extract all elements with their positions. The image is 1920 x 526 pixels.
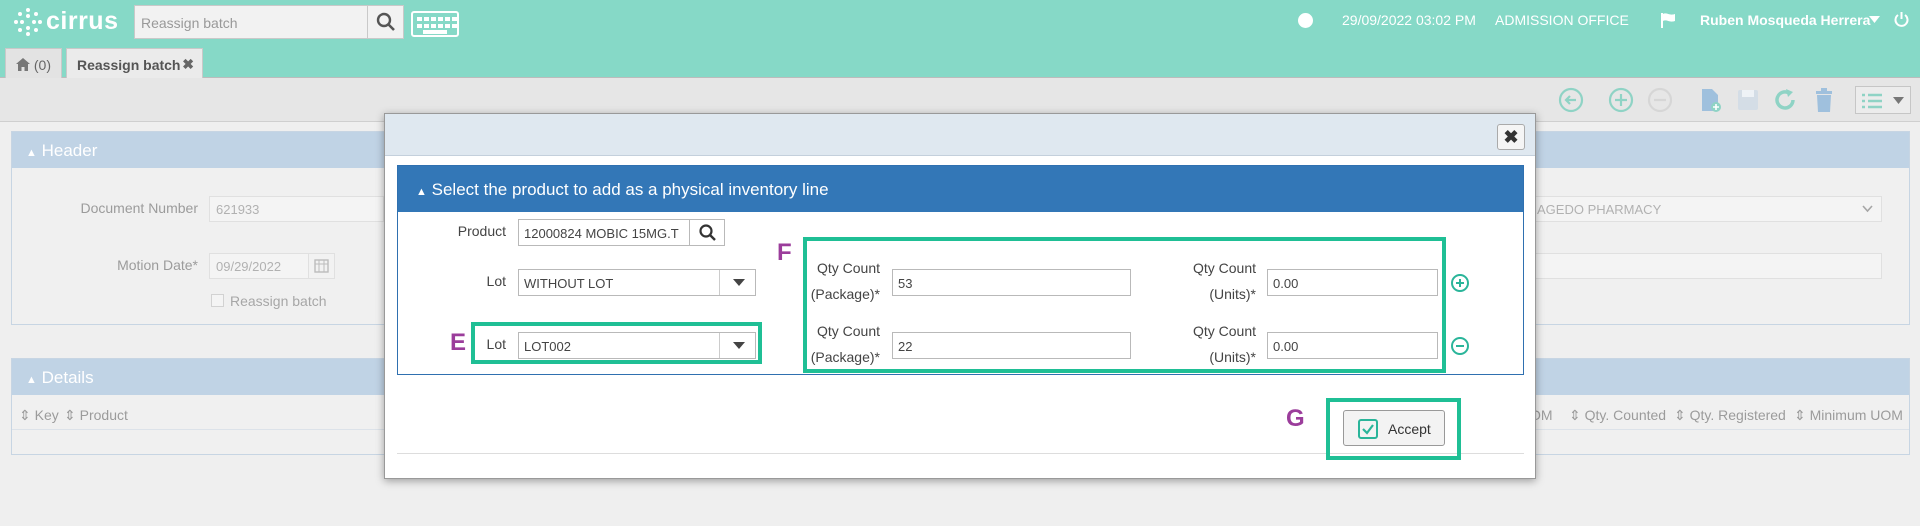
chevron-down-icon [1893,97,1904,104]
power-icon[interactable] [1893,11,1910,28]
lot-select-1[interactable]: WITHOUT LOT [518,269,756,296]
tab-reassign-batch[interactable]: Reassign batch ✖ [66,48,203,78]
refresh-icon[interactable] [1772,87,1798,113]
add-row-icon[interactable] [1451,274,1469,292]
close-tab-icon[interactable]: ✖ [182,56,194,73]
search-icon [376,12,395,31]
chevron-down-icon [719,270,755,295]
callout-f: F [777,239,792,266]
lot-label: Lot [486,273,506,289]
flag-icon[interactable] [1660,12,1676,28]
list-view-button[interactable] [1855,86,1911,114]
tab-label: Reassign batch [77,57,181,73]
datetime: 29/09/2022 03:02 PM [1342,12,1476,28]
remove-row-icon[interactable] [1451,337,1469,355]
tab-home[interactable]: (0) [5,48,62,78]
home-icon [16,58,30,71]
user-name[interactable]: Ruben Mosqueda Herrera [1700,12,1870,28]
chevron-down-icon[interactable] [1869,16,1880,24]
highlight-box-f [803,237,1446,373]
keyboard-icon[interactable] [411,11,459,37]
remove-icon[interactable] [1647,87,1673,113]
delete-icon[interactable] [1811,87,1837,113]
back-icon[interactable] [1558,87,1584,113]
search-input[interactable]: Reassign batch [134,5,368,39]
callout-g: G [1286,405,1305,432]
app-logo[interactable]: cirrus [14,7,118,36]
add-icon[interactable] [1608,87,1634,113]
product-search-button[interactable] [689,219,725,246]
product-input[interactable]: 12000824 MOBIC 15MG.T [518,219,690,246]
new-document-icon[interactable] [1697,87,1723,113]
list-icon [1862,93,1882,109]
search-button[interactable] [368,5,404,39]
cirrus-logo-icon [14,7,42,36]
close-icon: ✖ [1503,127,1519,147]
tab-home-label: (0) [33,57,52,73]
product-label: Product [457,223,506,239]
office-name: ADMISSION OFFICE [1495,12,1629,28]
section-title[interactable]: ▲ Select the product to add as a physica… [398,166,1523,212]
close-button[interactable]: ✖ [1497,124,1525,150]
app-name: cirrus [46,7,119,35]
top-bar: cirrus Reassign batch 29/09/2022 03:02 P… [0,0,1920,44]
modal-titlebar: ✖ [385,114,1535,156]
highlight-box-g [1326,398,1461,460]
tab-bar: (0) Reassign batch ✖ [0,44,1920,78]
globe-icon[interactable] [1298,13,1313,28]
callout-e: E [450,329,467,356]
highlight-box-e [471,322,762,364]
save-icon[interactable] [1735,87,1761,113]
search-icon [699,224,716,241]
